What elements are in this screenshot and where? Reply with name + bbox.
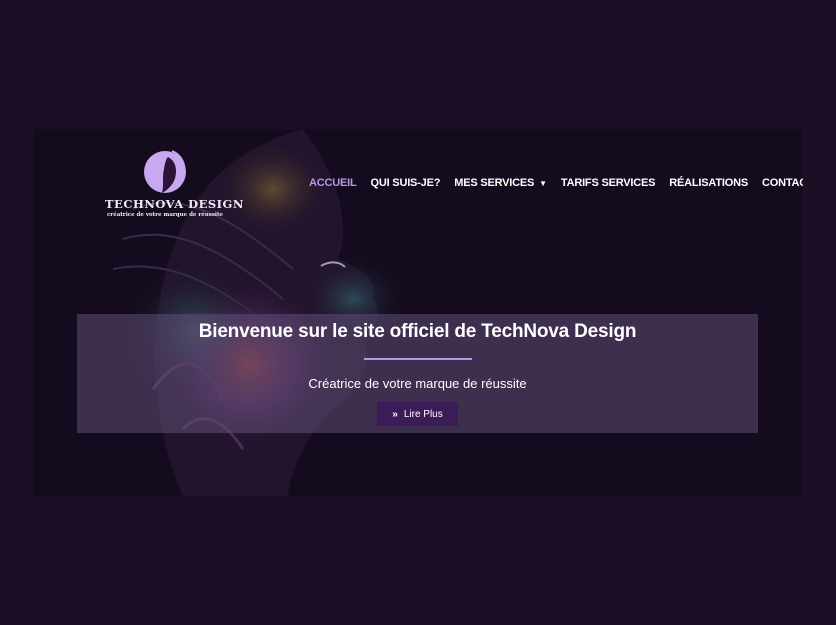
nav-item-label: MES SERVICES — [454, 177, 535, 189]
hero-banner: Bienvenue sur le site officiel de TechNo… — [77, 314, 758, 433]
logo[interactable]: TECHNOVA DESIGN créatrice de votre marqu… — [105, 147, 244, 223]
nav-item-label: QUI SUIS-JE? — [370, 177, 441, 189]
hero-title: Bienvenue sur le site officiel de TechNo… — [198, 321, 637, 342]
website-screenshot: TECHNOVA DESIGN créatrice de votre marqu… — [33, 129, 803, 496]
logo-tagline: créatrice de votre marque de réussite — [106, 212, 224, 218]
nav-item-accueil[interactable]: ACCUEIL — [309, 177, 357, 189]
hero-subtitle: Créatrice de votre marque de réussite — [308, 376, 527, 391]
hero-divider — [363, 358, 472, 360]
double-chevron-right-icon: » — [392, 408, 398, 420]
nav-item-contact[interactable]: CONTACT — [762, 177, 803, 189]
nav-item-label: TARIFS SERVICES — [560, 177, 656, 189]
logo-name: TECHNOVA DESIGN — [105, 197, 244, 211]
main-navigation: ACCUEIL QUI SUIS-JE? MES SERVICES ▼ TARI… — [309, 177, 803, 189]
nav-item-label: RÉALISATIONS — [669, 177, 748, 189]
nav-item-label: CONTACT — [761, 177, 803, 189]
nav-item-tarifs-services[interactable]: TARIFS SERVICES — [560, 177, 656, 189]
woman-profile-logo-icon — [144, 150, 186, 193]
nav-item-realisations[interactable]: RÉALISATIONS — [669, 177, 748, 189]
caret-down-icon: ▼ — [539, 178, 547, 188]
nav-item-qui-suis-je[interactable]: QUI SUIS-JE? — [371, 177, 441, 189]
nav-item-mes-services[interactable]: MES SERVICES ▼ — [454, 177, 547, 189]
lire-plus-button[interactable]: » Lire Plus — [377, 402, 458, 426]
lire-plus-label: Lire Plus — [403, 408, 443, 420]
nav-item-label: ACCUEIL — [309, 177, 357, 189]
